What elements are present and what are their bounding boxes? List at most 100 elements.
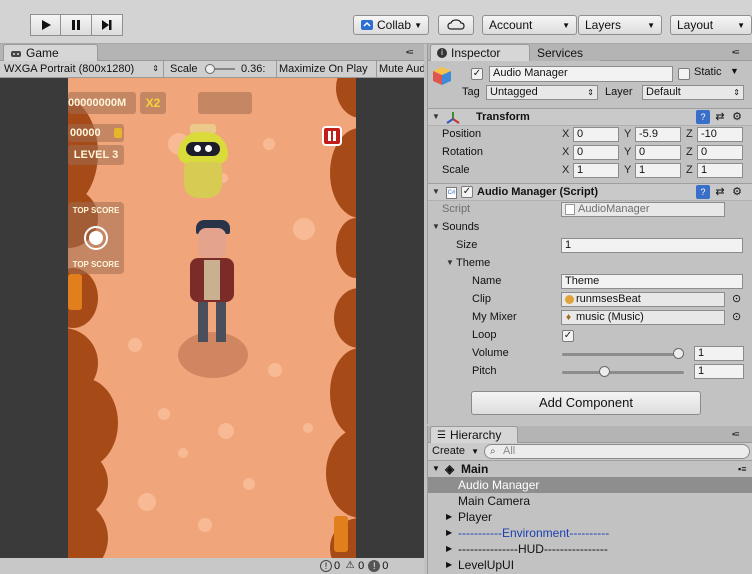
mute-audio-toggle[interactable]: Mute Aud xyxy=(376,61,424,77)
static-dropdown-icon[interactable]: ▼ xyxy=(730,66,739,76)
hierarchy-item[interactable]: ▶ LevelUpUI xyxy=(428,557,752,573)
collab-dropdown[interactable]: Collab ▼ xyxy=(353,15,429,35)
torch-left xyxy=(68,274,82,310)
pause-game-button[interactable] xyxy=(322,126,342,146)
add-component-button[interactable]: Add Component xyxy=(471,391,701,415)
gear-icon[interactable]: ⚙ xyxy=(730,185,744,199)
tab-hierarchy[interactable]: ☰ Hierarchy xyxy=(430,426,518,443)
size-field[interactable]: 1 xyxy=(561,238,743,253)
pause-button[interactable] xyxy=(61,14,92,36)
game-view[interactable]: 00000000M X2 00000 LEVEL 3 TOP SCORE TOP… xyxy=(0,78,424,558)
size-row: Size 1 xyxy=(428,237,752,255)
layers-dropdown[interactable]: Layers ▼ xyxy=(578,15,662,35)
transform-header[interactable]: ▼ Transform ? ⇄ ⚙ xyxy=(428,108,752,126)
mixer-field[interactable]: ♦ music (Music) xyxy=(561,310,725,325)
hierarchy-search-input[interactable]: ⌕ All xyxy=(484,444,750,459)
updown-icon: ⇕ xyxy=(152,64,159,73)
game-canvas: 00000000M X2 00000 LEVEL 3 TOP SCORE TOP… xyxy=(68,78,356,558)
gear-icon[interactable]: ⚙ xyxy=(730,110,744,124)
volume-slider-track[interactable] xyxy=(562,353,684,356)
inspector-panel: i Inspector Services ▪≡ ✓ Audio Manager … xyxy=(427,44,752,424)
help-icon[interactable]: ? xyxy=(696,185,710,199)
foldout-closed-icon[interactable]: ▶ xyxy=(446,541,452,557)
bg-bubble xyxy=(263,138,275,150)
hierarchy-item[interactable]: Audio Manager xyxy=(428,477,752,493)
hierarchy-toolbar: Create ▼ ⌕ All xyxy=(428,443,752,461)
scale-slider[interactable] xyxy=(203,61,235,77)
list-icon: ☰ xyxy=(437,429,446,441)
pitch-slider-thumb[interactable] xyxy=(598,366,610,377)
panel-menu-icon[interactable]: ▪≡ xyxy=(732,429,740,439)
foldout-closed-icon[interactable]: ▶ xyxy=(446,525,452,541)
tab-game[interactable]: Game xyxy=(3,44,98,61)
preset-icon[interactable]: ⇄ xyxy=(713,185,727,199)
active-checkbox[interactable]: ✓ xyxy=(471,68,483,80)
hierarchy-item[interactable]: ▶ Player xyxy=(428,509,752,525)
info-count-badge[interactable]: ! 0 xyxy=(320,559,340,573)
object-picker-icon[interactable]: ⊙ xyxy=(732,292,741,305)
position-z-field[interactable]: -10 xyxy=(697,127,743,142)
hierarchy-item[interactable]: ▶ ---------------HUD---------------- xyxy=(428,541,752,557)
hierarchy-item-label: Player xyxy=(458,510,493,524)
theme-row[interactable]: ▼ Theme xyxy=(428,255,752,273)
hierarchy-item[interactable]: ▶ -----------Environment---------- xyxy=(428,525,752,541)
volume-field[interactable]: 1 xyxy=(694,346,744,361)
tab-inspector[interactable]: i Inspector xyxy=(430,44,530,61)
top-score-panel: TOP SCORE TOP SCORE xyxy=(68,202,124,274)
volume-row: Volume 1 xyxy=(428,345,752,363)
chevron-down-icon: ▼ xyxy=(471,447,480,456)
position-y-field[interactable]: -5.9 xyxy=(635,127,681,142)
scale-x-field[interactable]: 1 xyxy=(573,163,619,178)
game-toolbar: WXGA Portrait (800x1280) ⇕ Scale 0.36: M… xyxy=(0,61,424,78)
audio-clip-icon xyxy=(565,295,574,304)
hierarchy-item[interactable]: Main Camera xyxy=(428,493,752,509)
resolution-dropdown[interactable]: WXGA Portrait (800x1280) ⇕ xyxy=(4,61,164,77)
volume-slider-thumb[interactable] xyxy=(673,348,684,359)
scene-menu-icon[interactable]: ▪≡ xyxy=(738,461,746,477)
clip-field[interactable]: runmsesBeat xyxy=(561,292,725,307)
scale-y-field[interactable]: 1 xyxy=(635,163,681,178)
help-icon[interactable]: ? xyxy=(696,110,710,124)
pause-icon xyxy=(72,20,80,30)
play-button[interactable] xyxy=(30,14,61,36)
tag-dropdown[interactable]: Untagged ⇕ xyxy=(486,85,598,100)
layout-label: Layout xyxy=(677,18,714,32)
name-field[interactable]: Theme xyxy=(561,274,743,289)
hierarchy-panel: ☰ Hierarchy ▪≡ Create ▼ ⌕ All ▼ ◈ Main ▪… xyxy=(427,426,752,574)
warning-count-badge[interactable]: ⚠ 0 xyxy=(344,559,365,573)
rotation-z-field[interactable]: 0 xyxy=(697,145,743,160)
cloud-button[interactable] xyxy=(438,15,474,35)
account-dropdown[interactable]: Account ▼ xyxy=(482,15,577,35)
loop-checkbox[interactable]: ✓ xyxy=(562,330,574,342)
error-count-badge[interactable]: ! 0 xyxy=(368,559,388,573)
top-score-label-2: TOP SCORE xyxy=(72,260,120,269)
audio-manager-title: Audio Manager (Script) xyxy=(477,186,599,198)
object-name-field[interactable]: Audio Manager xyxy=(489,66,673,82)
rotation-y-field[interactable]: 0 xyxy=(635,145,681,160)
scale-slider-thumb[interactable] xyxy=(205,64,215,74)
panel-menu-icon[interactable]: ▪≡ xyxy=(406,47,414,57)
audio-manager-header[interactable]: ▼ C# ✓ Audio Manager (Script) ? ⇄ ⚙ xyxy=(428,183,752,201)
tab-services[interactable]: Services xyxy=(530,44,600,61)
position-row: Position X 0 Y -5.9 Z -10 xyxy=(428,126,752,144)
maximize-on-play-toggle[interactable]: Maximize On Play xyxy=(276,61,372,77)
object-picker-icon[interactable]: ⊙ xyxy=(732,310,741,323)
step-button[interactable] xyxy=(92,14,123,36)
sounds-row[interactable]: ▼ Sounds xyxy=(428,219,752,237)
rotation-x-field[interactable]: 0 xyxy=(573,145,619,160)
foldout-closed-icon[interactable]: ▶ xyxy=(446,557,452,573)
scale-z-field[interactable]: 1 xyxy=(697,163,743,178)
scene-root[interactable]: ▼ ◈ Main ▪≡ xyxy=(428,461,752,477)
preset-icon[interactable]: ⇄ xyxy=(713,110,727,124)
static-checkbox[interactable] xyxy=(678,68,690,80)
panel-menu-icon[interactable]: ▪≡ xyxy=(732,47,740,57)
foldout-closed-icon[interactable]: ▶ xyxy=(446,509,452,525)
pitch-slider-track[interactable] xyxy=(562,371,684,374)
position-x-field[interactable]: 0 xyxy=(573,127,619,142)
layout-dropdown[interactable]: Layout ▼ xyxy=(670,15,752,35)
create-dropdown[interactable]: Create ▼ xyxy=(432,444,480,459)
layer-dropdown[interactable]: Default ⇕ xyxy=(642,85,744,100)
script-enabled-checkbox[interactable]: ✓ xyxy=(461,186,473,198)
pitch-field[interactable]: 1 xyxy=(694,364,744,379)
hierarchy-item-label: LevelUpUI xyxy=(458,558,515,572)
